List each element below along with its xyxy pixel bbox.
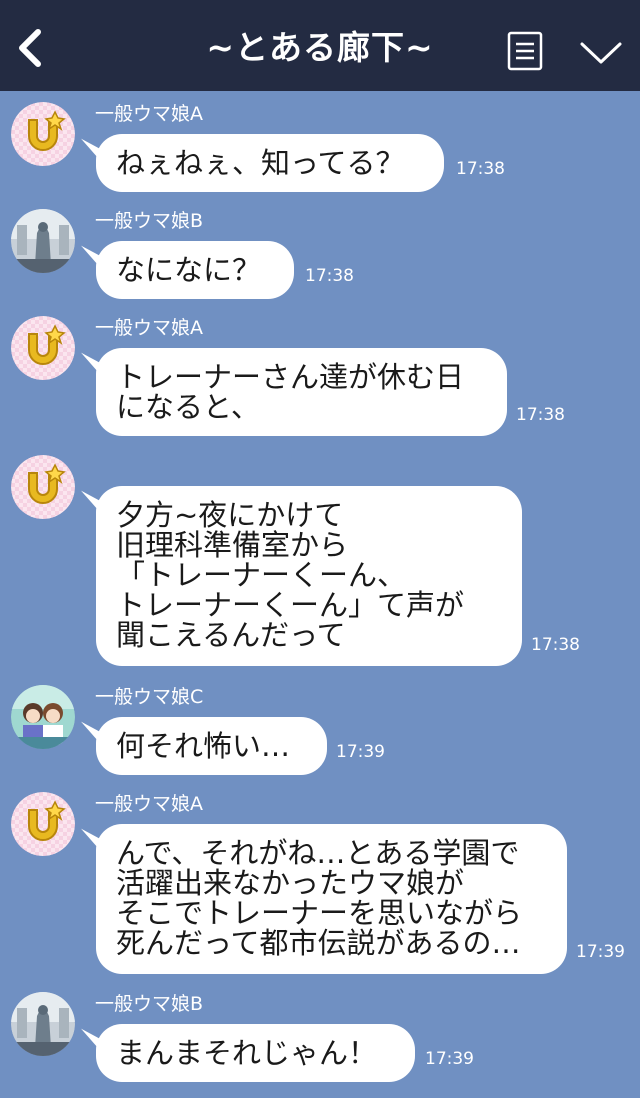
chat-header: ~とある廊下~	[0, 0, 640, 91]
message-bubble[interactable]: なになに？	[96, 241, 294, 299]
message-bubble[interactable]: 夕方~夜にかけて 旧理科準備室から 「トレーナーくーん、 トレーナーくーん」て声…	[96, 486, 522, 666]
message-bubble[interactable]: トレーナーさん達が休む日 になると、	[96, 348, 507, 436]
message-time: 17:38	[305, 266, 354, 286]
message-time: 17:39	[576, 942, 625, 962]
collapse-button[interactable]	[578, 36, 624, 68]
horseshoe-avatar[interactable]	[11, 102, 75, 166]
message-item: 一般ウマ娘C 何それ怖い… 17:39	[0, 685, 640, 777]
message-bubble[interactable]: まんまそれじゃん！	[96, 1024, 415, 1082]
statue-avatar[interactable]	[11, 992, 75, 1056]
message-item: 一般ウマ娘A トレーナーさん達が休む日 になると、 17:38	[0, 316, 640, 438]
message-bubble[interactable]: ねぇねぇ、知ってる？	[96, 134, 444, 192]
sender-name: 一般ウマ娘B	[95, 210, 204, 232]
message-time: 17:39	[336, 742, 385, 762]
sender-name: 一般ウマ娘A	[95, 103, 203, 125]
message-time: 17:38	[531, 635, 580, 655]
message-time: 17:39	[425, 1049, 474, 1069]
menu-button[interactable]	[507, 31, 543, 71]
horseshoe-avatar[interactable]	[11, 316, 75, 380]
message-bubble[interactable]: んで、それがね…とある学園で 活躍出来なかったウマ娘が そこでトレーナーを思いな…	[96, 824, 567, 974]
message-item: 一般ウマ娘A ねぇねぇ、知ってる？ 17:38	[0, 102, 640, 194]
message-item: 一般ウマ娘A んで、それがね…とある学園で 活躍出来なかったウマ娘が そこでトレ…	[0, 792, 640, 977]
sender-name: 一般ウマ娘A	[95, 317, 203, 339]
chevron-down-icon	[580, 42, 622, 64]
horseshoe-avatar[interactable]	[11, 455, 75, 519]
sender-name: 一般ウマ娘C	[95, 686, 204, 708]
message-item: 一般ウマ娘B なになに？ 17:38	[0, 209, 640, 301]
chat-title: ~とある廊下~	[206, 28, 434, 67]
chevron-left-icon	[19, 29, 41, 67]
sender-name: 一般ウマ娘A	[95, 793, 203, 815]
message-time: 17:38	[516, 405, 565, 425]
back-button[interactable]	[12, 26, 48, 70]
sender-name: 一般ウマ娘B	[95, 993, 204, 1015]
message-bubble[interactable]: 何それ怖い…	[96, 717, 327, 775]
statue-avatar[interactable]	[11, 209, 75, 273]
message-time: 17:38	[456, 159, 505, 179]
horseshoe-avatar[interactable]	[11, 792, 75, 856]
list-icon	[507, 31, 543, 71]
girls-avatar[interactable]	[11, 685, 75, 749]
message-item: 夕方~夜にかけて 旧理科準備室から 「トレーナーくーん、 トレーナーくーん」て声…	[0, 455, 640, 670]
message-item: 一般ウマ娘B まんまそれじゃん！ 17:39	[0, 992, 640, 1084]
